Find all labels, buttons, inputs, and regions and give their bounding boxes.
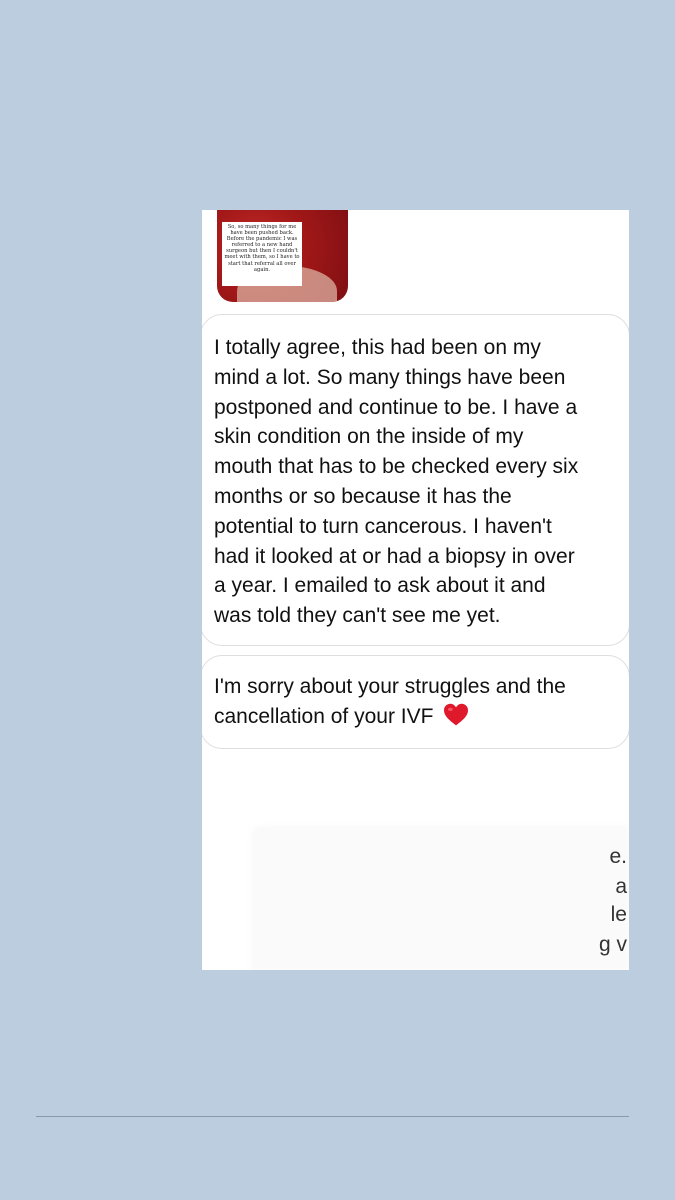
message-bubble[interactable]: I'm sorry about your struggles and the c…	[202, 655, 629, 749]
message-line: was told they can't see me yet.	[214, 604, 501, 628]
message-line: I totally agree, this had been on my	[214, 336, 541, 359]
message-line: had it looked at or had a biopsy in over	[214, 544, 575, 568]
message-line: potential to turn cancerous. I haven't	[214, 514, 552, 538]
message-line: skin condition on the inside of my	[214, 425, 524, 449]
shared-image[interactable]: So, so many things for me have been push…	[217, 210, 348, 302]
cropped-text-fragment: g v	[598, 933, 627, 956]
message-line: months or so because it has the	[214, 484, 512, 508]
chat-screenshot: So, so many things for me have been push…	[202, 210, 629, 970]
message-line-with-emoji: cancellation of your IVF	[214, 702, 619, 732]
cropped-text-fragment: le	[610, 903, 627, 926]
divider-line	[36, 1116, 629, 1117]
message-line: I'm sorry about your struggles and the	[214, 675, 566, 698]
message-line: mind a lot. So many things have been	[214, 365, 566, 389]
message-bubble[interactable]: I totally agree, this had been on my min…	[202, 314, 629, 646]
message-line: mouth that has to be checked every six	[214, 455, 579, 479]
message-line: a year. I emailed to ask about it and	[214, 574, 546, 598]
message-line: postponed and continue to be. I have a	[214, 395, 578, 419]
redacted-area	[250, 825, 629, 970]
message-line: cancellation of your IVF	[214, 704, 434, 728]
cropped-text-fragment: a	[615, 875, 627, 898]
cropped-text-fragment: e.	[609, 845, 627, 868]
image-caption-note: So, so many things for me have been push…	[222, 222, 302, 286]
heart-emoji-icon	[444, 703, 469, 726]
